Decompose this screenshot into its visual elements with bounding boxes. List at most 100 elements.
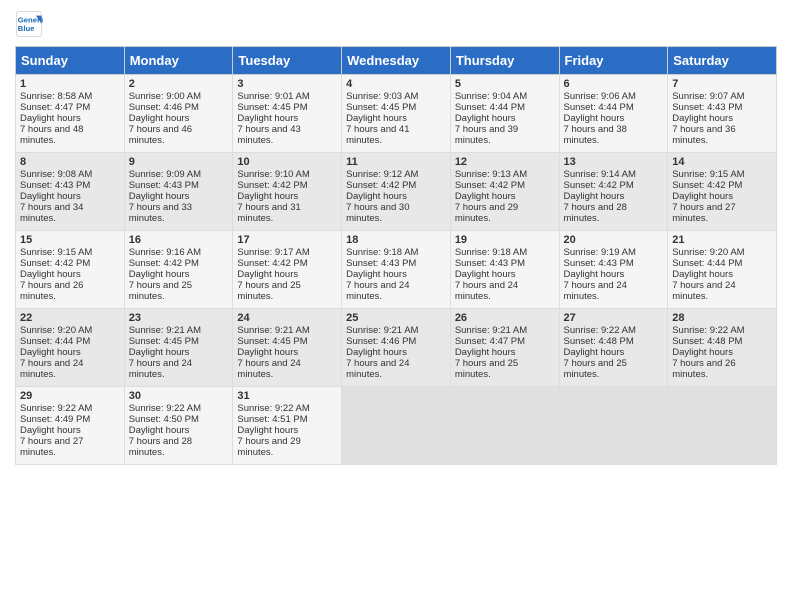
day-number: 31: [237, 390, 337, 402]
daylight-label: Daylight hours: [672, 269, 733, 280]
daylight-value: 7 hours and 26 minutes.: [20, 280, 83, 302]
sunset-label: Sunset: 4:45 PM: [237, 102, 307, 113]
calendar-cell: [342, 387, 451, 465]
sunrise-label: Sunrise: 9:08 AM: [20, 169, 92, 180]
sunset-label: Sunset: 4:42 PM: [20, 258, 90, 269]
calendar-cell: 3Sunrise: 9:01 AMSunset: 4:45 PMDaylight…: [233, 75, 342, 153]
calendar-cell: 26Sunrise: 9:21 AMSunset: 4:47 PMDayligh…: [450, 309, 559, 387]
calendar-cell: 9Sunrise: 9:09 AMSunset: 4:43 PMDaylight…: [124, 153, 233, 231]
daylight-label: Daylight hours: [564, 347, 625, 358]
daylight-label: Daylight hours: [455, 191, 516, 202]
sunset-label: Sunset: 4:42 PM: [237, 180, 307, 191]
logo: General Blue: [15, 10, 45, 38]
daylight-value: 7 hours and 24 minutes.: [346, 280, 409, 302]
calendar-cell: 18Sunrise: 9:18 AMSunset: 4:43 PMDayligh…: [342, 231, 451, 309]
col-header-thursday: Thursday: [450, 47, 559, 75]
sunset-label: Sunset: 4:48 PM: [672, 336, 742, 347]
daylight-label: Daylight hours: [564, 269, 625, 280]
sunrise-label: Sunrise: 9:21 AM: [346, 325, 418, 336]
sunrise-label: Sunrise: 9:22 AM: [237, 403, 309, 414]
day-number: 26: [455, 312, 555, 324]
daylight-label: Daylight hours: [20, 269, 81, 280]
day-number: 30: [129, 390, 229, 402]
calendar-cell: 5Sunrise: 9:04 AMSunset: 4:44 PMDaylight…: [450, 75, 559, 153]
col-header-friday: Friday: [559, 47, 668, 75]
sunrise-label: Sunrise: 9:15 AM: [672, 169, 744, 180]
sunset-label: Sunset: 4:42 PM: [237, 258, 307, 269]
calendar-cell: 12Sunrise: 9:13 AMSunset: 4:42 PMDayligh…: [450, 153, 559, 231]
calendar-cell: 22Sunrise: 9:20 AMSunset: 4:44 PMDayligh…: [16, 309, 125, 387]
daylight-label: Daylight hours: [455, 113, 516, 124]
calendar-cell: [450, 387, 559, 465]
calendar-cell: 19Sunrise: 9:18 AMSunset: 4:43 PMDayligh…: [450, 231, 559, 309]
daylight-label: Daylight hours: [564, 191, 625, 202]
day-number: 8: [20, 156, 120, 168]
calendar-week-row: 8Sunrise: 9:08 AMSunset: 4:43 PMDaylight…: [16, 153, 777, 231]
calendar-cell: 23Sunrise: 9:21 AMSunset: 4:45 PMDayligh…: [124, 309, 233, 387]
sunset-label: Sunset: 4:43 PM: [455, 258, 525, 269]
sunrise-label: Sunrise: 9:21 AM: [455, 325, 527, 336]
daylight-value: 7 hours and 33 minutes.: [129, 202, 192, 224]
calendar-cell: 4Sunrise: 9:03 AMSunset: 4:45 PMDaylight…: [342, 75, 451, 153]
sunrise-label: Sunrise: 9:18 AM: [346, 247, 418, 258]
daylight-label: Daylight hours: [129, 113, 190, 124]
day-number: 25: [346, 312, 446, 324]
calendar-cell: 21Sunrise: 9:20 AMSunset: 4:44 PMDayligh…: [668, 231, 777, 309]
daylight-value: 7 hours and 24 minutes.: [346, 358, 409, 380]
calendar-cell: 7Sunrise: 9:07 AMSunset: 4:43 PMDaylight…: [668, 75, 777, 153]
daylight-value: 7 hours and 36 minutes.: [672, 124, 735, 146]
daylight-label: Daylight hours: [129, 191, 190, 202]
daylight-label: Daylight hours: [20, 191, 81, 202]
page-container: General Blue SundayMondayTuesdayWednesda…: [0, 0, 792, 475]
col-header-sunday: Sunday: [16, 47, 125, 75]
calendar-week-row: 29Sunrise: 9:22 AMSunset: 4:49 PMDayligh…: [16, 387, 777, 465]
calendar-cell: 28Sunrise: 9:22 AMSunset: 4:48 PMDayligh…: [668, 309, 777, 387]
col-header-wednesday: Wednesday: [342, 47, 451, 75]
daylight-value: 7 hours and 29 minutes.: [237, 436, 300, 458]
daylight-value: 7 hours and 30 minutes.: [346, 202, 409, 224]
sunrise-label: Sunrise: 9:22 AM: [20, 403, 92, 414]
sunrise-label: Sunrise: 9:06 AM: [564, 91, 636, 102]
sunset-label: Sunset: 4:45 PM: [237, 336, 307, 347]
sunset-label: Sunset: 4:42 PM: [129, 258, 199, 269]
calendar-cell: 8Sunrise: 9:08 AMSunset: 4:43 PMDaylight…: [16, 153, 125, 231]
sunrise-label: Sunrise: 9:00 AM: [129, 91, 201, 102]
daylight-value: 7 hours and 24 minutes.: [129, 358, 192, 380]
day-number: 9: [129, 156, 229, 168]
sunrise-label: Sunrise: 9:10 AM: [237, 169, 309, 180]
calendar-cell: 24Sunrise: 9:21 AMSunset: 4:45 PMDayligh…: [233, 309, 342, 387]
day-number: 5: [455, 78, 555, 90]
day-number: 15: [20, 234, 120, 246]
sunrise-label: Sunrise: 9:16 AM: [129, 247, 201, 258]
calendar-cell: 16Sunrise: 9:16 AMSunset: 4:42 PMDayligh…: [124, 231, 233, 309]
sunset-label: Sunset: 4:43 PM: [20, 180, 90, 191]
calendar-cell: 29Sunrise: 9:22 AMSunset: 4:49 PMDayligh…: [16, 387, 125, 465]
sunrise-label: Sunrise: 9:07 AM: [672, 91, 744, 102]
day-number: 3: [237, 78, 337, 90]
sunrise-label: Sunrise: 9:21 AM: [129, 325, 201, 336]
calendar-week-row: 1Sunrise: 8:58 AMSunset: 4:47 PMDaylight…: [16, 75, 777, 153]
sunset-label: Sunset: 4:46 PM: [346, 336, 416, 347]
calendar-header-row: SundayMondayTuesdayWednesdayThursdayFrid…: [16, 47, 777, 75]
daylight-value: 7 hours and 29 minutes.: [455, 202, 518, 224]
day-number: 2: [129, 78, 229, 90]
sunset-label: Sunset: 4:44 PM: [672, 258, 742, 269]
calendar-table: SundayMondayTuesdayWednesdayThursdayFrid…: [15, 46, 777, 465]
calendar-cell: 14Sunrise: 9:15 AMSunset: 4:42 PMDayligh…: [668, 153, 777, 231]
daylight-label: Daylight hours: [672, 113, 733, 124]
day-number: 23: [129, 312, 229, 324]
day-number: 12: [455, 156, 555, 168]
sunset-label: Sunset: 4:50 PM: [129, 414, 199, 425]
daylight-label: Daylight hours: [346, 113, 407, 124]
daylight-value: 7 hours and 26 minutes.: [672, 358, 735, 380]
daylight-value: 7 hours and 24 minutes.: [237, 358, 300, 380]
sunrise-label: Sunrise: 9:22 AM: [672, 325, 744, 336]
daylight-value: 7 hours and 38 minutes.: [564, 124, 627, 146]
sunrise-label: Sunrise: 9:12 AM: [346, 169, 418, 180]
day-number: 10: [237, 156, 337, 168]
sunset-label: Sunset: 4:47 PM: [20, 102, 90, 113]
sunrise-label: Sunrise: 9:04 AM: [455, 91, 527, 102]
sunrise-label: Sunrise: 8:58 AM: [20, 91, 92, 102]
sunrise-label: Sunrise: 9:22 AM: [129, 403, 201, 414]
day-number: 19: [455, 234, 555, 246]
